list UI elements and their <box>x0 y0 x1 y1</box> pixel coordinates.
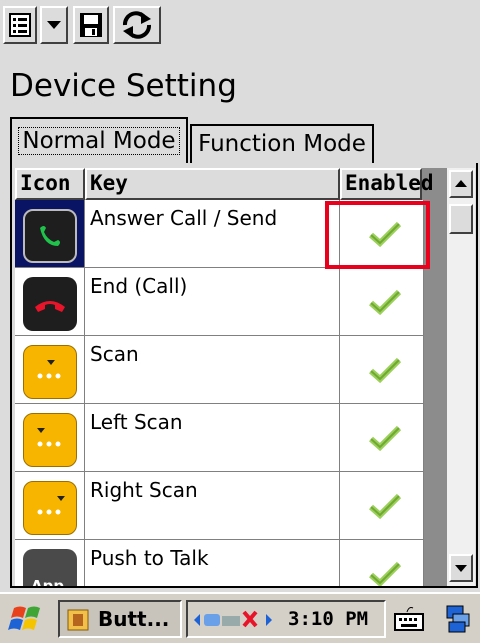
windows-logo-icon <box>8 606 40 630</box>
row-icon-cell <box>15 200 85 268</box>
save-button[interactable] <box>73 6 109 44</box>
task-button[interactable]: Butt... <box>58 600 182 638</box>
highlight-box <box>325 201 430 269</box>
list-item[interactable]: Right Scan <box>15 472 447 540</box>
scroll-up-button[interactable] <box>449 170 473 198</box>
vertical-scrollbar[interactable] <box>447 168 475 586</box>
column-header-icon[interactable]: Icon <box>15 168 85 200</box>
row-key: Right Scan <box>85 472 340 540</box>
row-icon-cell <box>15 268 85 336</box>
right-scan-icon <box>23 481 77 535</box>
task-label: Butt... <box>98 607 170 631</box>
keyboard-icon <box>394 607 424 631</box>
checkmark-icon <box>369 289 402 316</box>
enabled-checkbox[interactable] <box>340 268 424 336</box>
down-arrow-icon <box>455 565 467 572</box>
row-icon-cell <box>15 336 85 404</box>
row-key: End (Call) <box>85 268 340 336</box>
window-list-button[interactable] <box>444 602 474 636</box>
tab-function-mode-label: Function Mode <box>198 131 366 157</box>
up-arrow-icon <box>455 180 467 187</box>
taskbar: Butt... 3:10 PM <box>0 592 480 643</box>
row-icon-cell <box>15 472 85 540</box>
tab-function-mode[interactable]: Function Mode <box>190 124 374 164</box>
checkmark-icon <box>369 357 402 384</box>
clock[interactable]: 3:10 PM <box>288 602 368 636</box>
app-task-icon <box>67 609 89 631</box>
row-icon-cell: App <box>15 540 85 586</box>
row-key: Left Scan <box>85 404 340 472</box>
dropdown-button[interactable] <box>40 6 68 44</box>
enabled-checkbox[interactable] <box>340 336 424 404</box>
save-icon <box>80 13 102 37</box>
list-menu-icon <box>9 13 31 37</box>
dropdown-arrow-icon <box>47 21 61 29</box>
enabled-checkbox[interactable] <box>340 540 424 586</box>
list-item[interactable]: End (Call) <box>15 268 447 336</box>
checkmark-icon <box>369 425 402 452</box>
row-key: Push to Talk <box>85 540 340 586</box>
list-item[interactable]: Left Scan <box>15 404 447 472</box>
list-item[interactable]: Scan <box>15 336 447 404</box>
system-tray: 3:10 PM <box>186 600 386 638</box>
page-title: Device Setting <box>10 68 237 104</box>
tab-normal-mode-label: Normal Mode <box>18 127 180 155</box>
checkmark-icon <box>369 561 402 586</box>
toolbar <box>0 0 480 52</box>
enabled-checkbox[interactable] <box>340 404 424 472</box>
window-list-icon <box>446 605 470 633</box>
list-menu-button[interactable] <box>3 6 37 44</box>
list-header: Icon Key Enabled <box>15 168 447 200</box>
scroll-down-button[interactable] <box>449 554 473 582</box>
row-icon-cell <box>15 404 85 472</box>
app-icon-label: App <box>31 577 65 586</box>
row-key: Scan <box>85 336 340 404</box>
scroll-thumb[interactable] <box>449 204 473 234</box>
scan-icon <box>23 345 77 399</box>
row-key: Answer Call / Send <box>85 200 340 268</box>
refresh-icon <box>123 11 151 39</box>
start-button[interactable] <box>8 602 44 636</box>
column-header-key[interactable]: Key <box>85 168 340 200</box>
tab-normal-mode[interactable]: Normal Mode <box>10 117 188 163</box>
keyboard-button[interactable] <box>392 602 426 636</box>
enabled-checkbox[interactable] <box>340 472 424 540</box>
column-header-enabled[interactable]: Enabled <box>340 168 434 200</box>
refresh-button[interactable] <box>113 6 161 44</box>
checkmark-icon <box>369 493 402 520</box>
network-status-icon[interactable] <box>192 608 284 632</box>
left-scan-icon <box>23 413 77 467</box>
end-call-icon <box>23 277 77 331</box>
app-icon: App <box>23 549 77 586</box>
answer-call-icon <box>23 209 77 263</box>
list-item[interactable]: App Push to Talk <box>15 540 447 586</box>
